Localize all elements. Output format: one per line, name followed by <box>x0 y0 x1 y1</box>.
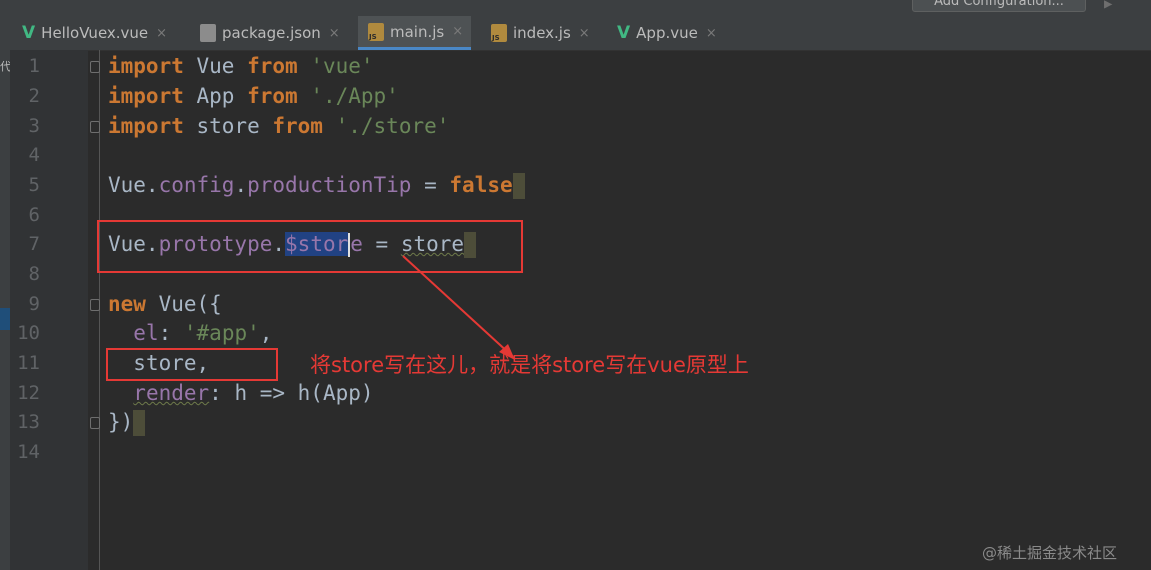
keyword: from <box>247 84 298 108</box>
line-number: 4 <box>28 144 40 166</box>
line-number: 7 <box>28 233 40 255</box>
caret-highlight <box>512 173 525 199</box>
tab-label: package.json <box>222 24 321 42</box>
tab-hellovuex-vue[interactable]: V HelloVuex.vue × <box>22 16 167 50</box>
keyword: import <box>108 114 184 138</box>
line-number: 10 <box>17 322 40 344</box>
property: render <box>133 381 210 405</box>
code-line-3[interactable]: import store from './store' <box>108 111 449 141</box>
watermark: @稀土掘金技术社区 <box>982 544 1118 562</box>
caret-highlight <box>133 410 146 436</box>
js-file-icon <box>368 22 384 41</box>
line-number: 1 <box>28 55 40 77</box>
fold-marker-icon[interactable] <box>90 417 100 429</box>
line-number: 3 <box>28 115 40 137</box>
identifier: App <box>183 84 248 108</box>
close-icon[interactable]: × <box>329 26 340 41</box>
identifier: Vue <box>183 54 248 78</box>
code-line-2[interactable]: import App from './App' <box>108 81 399 111</box>
annotation-text: 将store写在这儿，就是将store写在vue原型上 <box>310 353 749 377</box>
code-line-5[interactable]: Vue.config.productionTip = false <box>108 170 525 200</box>
line-number: 9 <box>28 293 40 315</box>
add-configuration-button[interactable]: Add Configuration... <box>912 0 1086 12</box>
highlight-box-prototype <box>97 220 523 273</box>
editor-tab-bar: V HelloVuex.vue × package.json × main.js… <box>0 16 1151 51</box>
line-number: 11 <box>17 352 40 374</box>
tab-main-js[interactable]: main.js × <box>358 16 472 50</box>
close-icon[interactable]: × <box>156 26 167 41</box>
close-icon[interactable]: × <box>452 24 463 39</box>
line-number: 12 <box>17 382 40 404</box>
string-literal: '#app' <box>183 321 260 345</box>
fold-marker-icon[interactable] <box>90 121 100 133</box>
property: config <box>158 173 235 197</box>
string-literal: './store' <box>335 114 450 138</box>
vue-file-icon: V <box>617 23 631 43</box>
code-line-9[interactable]: new Vue({ <box>108 289 222 319</box>
line-number: 8 <box>28 263 40 285</box>
highlight-box-store <box>106 348 278 381</box>
tab-index-js[interactable]: index.js × <box>491 16 590 50</box>
code-line-12[interactable]: render: h => h(App) <box>108 378 374 408</box>
tab-label: index.js <box>513 24 571 42</box>
fold-marker-icon[interactable] <box>90 299 100 311</box>
identifier: : h => h(App) <box>209 381 374 405</box>
comma: , <box>259 321 273 345</box>
close-icon[interactable]: × <box>579 26 590 41</box>
keyword: new <box>108 292 146 316</box>
tab-label: main.js <box>390 22 445 41</box>
identifier: }) <box>108 410 134 434</box>
keyword: import <box>108 84 184 108</box>
line-number: 5 <box>28 174 40 196</box>
property: el <box>133 321 159 345</box>
line-number: 6 <box>28 204 40 226</box>
close-icon[interactable]: × <box>706 26 717 41</box>
keyword: from <box>247 54 298 78</box>
code-line-13[interactable]: }) <box>108 407 146 437</box>
identifier: store <box>183 114 273 138</box>
string-literal: './App' <box>310 84 399 108</box>
tool-window-indicator[interactable] <box>0 308 10 330</box>
json-file-icon <box>200 24 216 42</box>
property: productionTip <box>247 173 412 197</box>
code-line-10[interactable]: el: '#app', <box>108 318 272 348</box>
identifier: Vue. <box>108 173 159 197</box>
vue-file-icon: V <box>22 23 36 43</box>
string-literal: 'vue' <box>310 54 374 78</box>
keyword: import <box>108 54 184 78</box>
js-file-icon <box>491 24 507 42</box>
tab-app-vue[interactable]: V App.vue × <box>617 16 717 50</box>
identifier: Vue({ <box>145 292 222 316</box>
line-number: 14 <box>17 441 40 463</box>
line-number: 2 <box>28 85 40 107</box>
left-tool-strip: 代 <box>0 50 11 570</box>
keyword: from <box>272 114 323 138</box>
operator: = <box>411 173 450 197</box>
dot: . <box>234 173 248 197</box>
code-line-1[interactable]: import Vue from 'vue' <box>108 51 374 81</box>
keyword: false <box>449 173 513 197</box>
line-number: 13 <box>17 411 40 433</box>
tab-label: HelloVuex.vue <box>41 24 149 42</box>
tab-package-json[interactable]: package.json × <box>200 16 340 50</box>
run-icon[interactable]: ▶ <box>1104 0 1112 12</box>
colon: : <box>158 321 184 345</box>
tab-label: App.vue <box>636 24 698 42</box>
fold-marker-icon[interactable] <box>90 61 100 73</box>
